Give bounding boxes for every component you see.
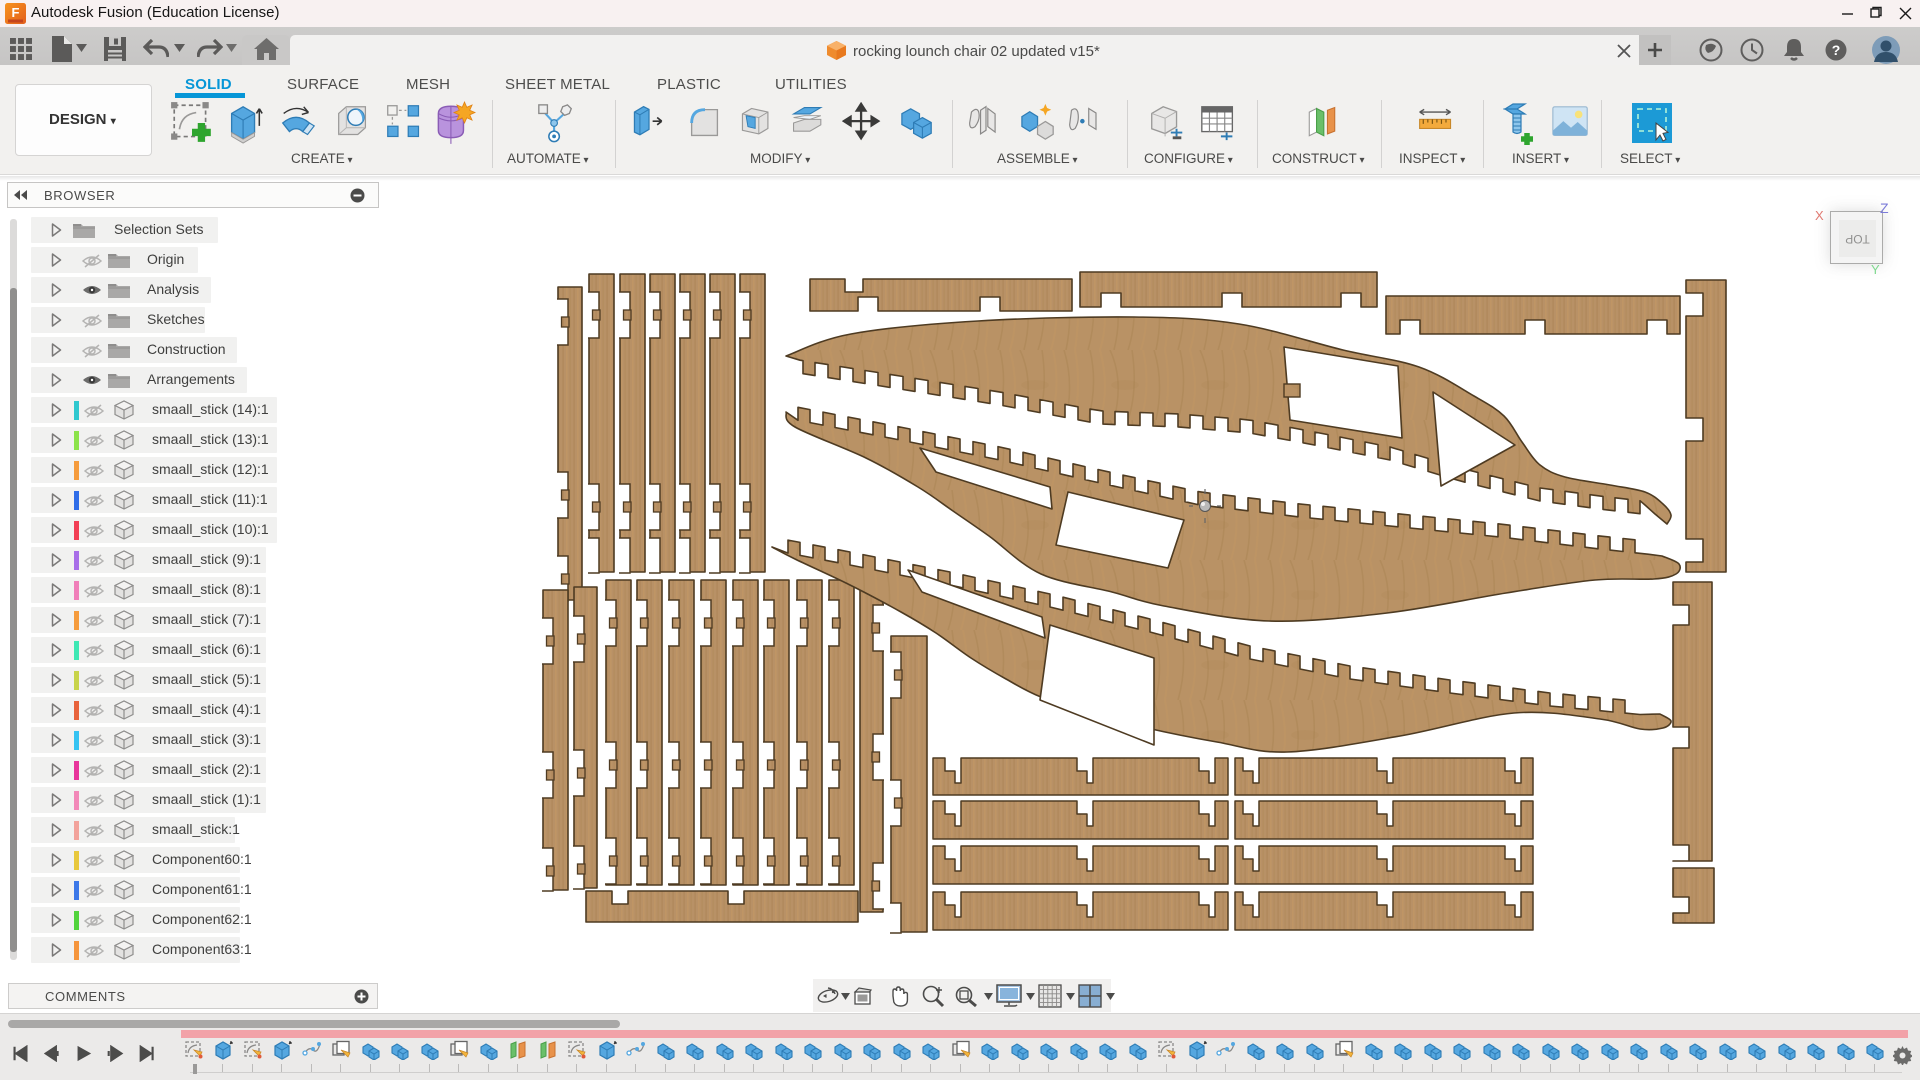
svg-text:F: F [12, 5, 20, 20]
svg-text:?: ? [1832, 42, 1841, 58]
